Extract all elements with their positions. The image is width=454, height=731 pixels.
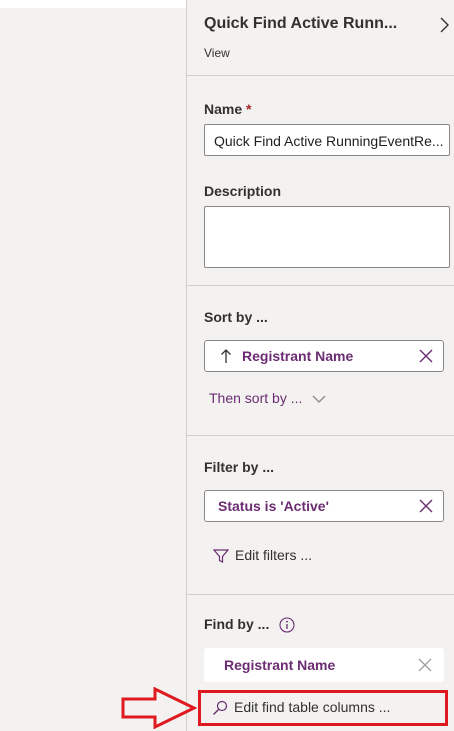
edit-filters-label: Edit filters ... — [235, 547, 313, 563]
name-field[interactable]: Quick Find Active RunningEventRe... — [204, 124, 450, 156]
view-properties-panel: Quick Find Active Runn... View Name * Qu… — [186, 0, 454, 731]
close-icon[interactable] — [419, 349, 433, 363]
annotation-highlight-box: Edit find table columns ... — [198, 690, 448, 726]
sort-label: Sort by ... — [204, 309, 268, 325]
description-field[interactable] — [204, 206, 450, 268]
then-sort-label: Then sort by ... — [209, 390, 303, 406]
annotation-arrow-icon — [121, 687, 197, 729]
filter-item-chip[interactable]: Status is 'Active' — [204, 490, 444, 522]
sort-item-label: Registrant Name — [242, 348, 354, 364]
panel-title: Quick Find Active Runn... — [204, 15, 398, 32]
find-label: Find by ... — [204, 616, 295, 633]
close-icon[interactable] — [419, 499, 433, 513]
sort-item-chip[interactable]: Registrant Name — [204, 340, 444, 372]
section-divider — [187, 75, 454, 76]
find-item-chip[interactable]: Registrant Name — [204, 648, 444, 682]
filter-icon — [213, 549, 229, 564]
section-divider — [187, 594, 454, 595]
chevron-down-icon — [312, 395, 326, 404]
search-icon — [213, 701, 228, 716]
filter-label: Filter by ... — [204, 459, 275, 475]
edit-find-columns-label: Edit find table columns ... — [234, 699, 391, 715]
section-divider — [187, 285, 454, 286]
then-sort-by-button[interactable]: Then sort by ... — [209, 390, 326, 406]
edit-filters-button[interactable]: Edit filters ... — [213, 547, 312, 564]
chevron-right-icon[interactable] — [435, 15, 454, 35]
close-icon[interactable] — [418, 658, 432, 672]
up-arrow-icon[interactable] — [220, 348, 232, 364]
required-mark: * — [246, 101, 252, 117]
panel-subtitle: View — [204, 46, 230, 60]
canvas-area — [0, 0, 186, 731]
find-item-label: Registrant Name — [224, 657, 336, 673]
section-divider — [187, 435, 454, 436]
edit-find-table-columns-button[interactable]: Edit find table columns ... — [212, 699, 390, 716]
canvas-top-edge — [0, 0, 186, 8]
name-label: Name * — [204, 101, 252, 117]
description-label: Description — [204, 183, 282, 199]
filter-item-label: Status is 'Active' — [218, 498, 329, 514]
info-icon[interactable] — [279, 617, 295, 633]
